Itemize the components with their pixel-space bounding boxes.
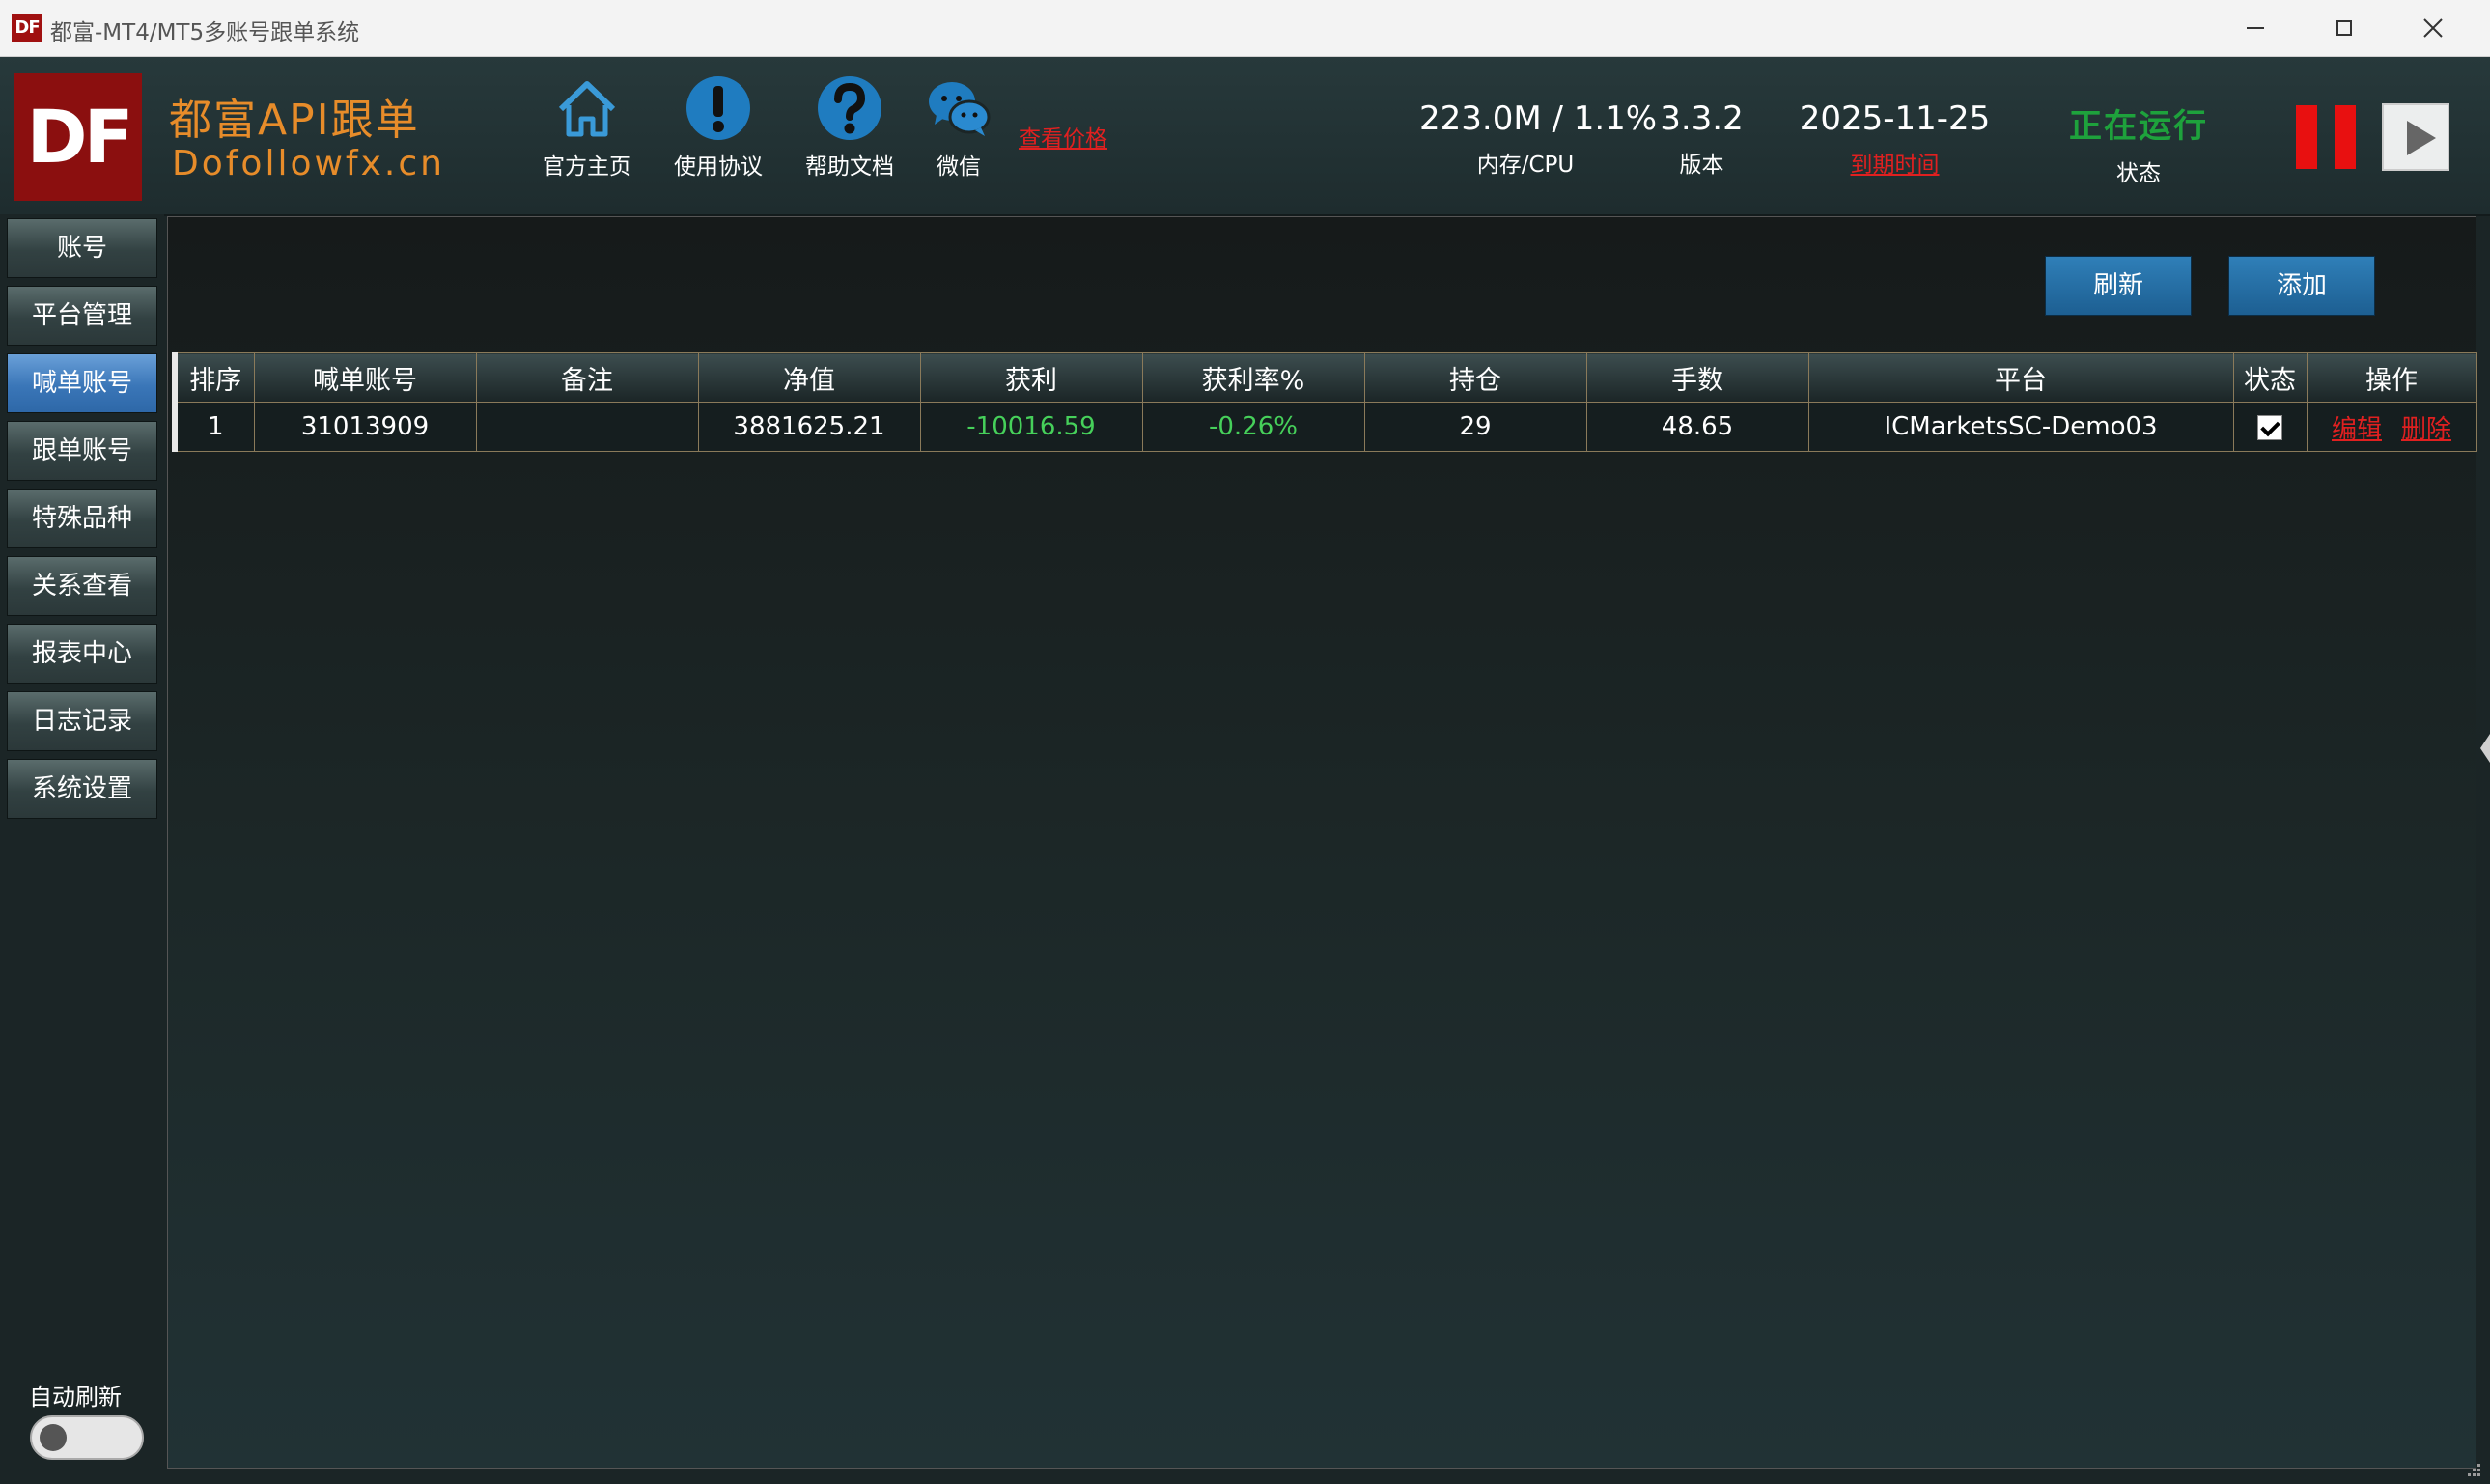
resize-grip-icon[interactable] [2462,1460,2481,1479]
cell-status [2232,402,2308,452]
sidebar-item-settings[interactable]: 系统设置 [7,759,157,819]
version-label: 版本 [1679,153,1724,178]
expiry-label-link[interactable]: 到期时间 [1781,146,2008,179]
minimize-button[interactable] [2211,0,2300,56]
version-stat: 3.3.2 版本 [1641,99,1762,179]
delete-link[interactable]: 删除 [2401,415,2451,444]
auto-refresh-label: 自动刷新 [29,1384,122,1411]
sidebar-item-platform[interactable]: 平台管理 [7,286,157,346]
close-icon [2423,18,2443,38]
logo: DF [14,73,142,201]
sidebar-item-follow-account[interactable]: 跟单账号 [7,421,157,481]
wechat-icon [929,82,991,136]
nav-home-button[interactable]: 官方主页 [529,74,645,181]
cell-positions: 29 [1363,402,1587,452]
nav-agreement-label: 使用协议 [674,154,763,180]
run-status-stat: 正在运行 状态 [2052,99,2225,187]
version-value: 3.3.2 [1660,99,1744,138]
close-button[interactable] [2389,0,2477,56]
sidebar-item-signal-account[interactable]: 喊单账号 [7,353,157,413]
table-header-row: 排序 喊单账号 备注 净值 获利 获利率% 持仓 手数 平台 状态 操作 [174,352,2477,403]
cell-actions: 编辑 删除 [2306,402,2477,452]
cell-equity: 3881625.21 [697,402,921,452]
cell-lots: 48.65 [1585,402,1809,452]
table-row[interactable]: 1 31013909 3881625.21 -10016.59 -0.26% 2… [174,402,2477,452]
col-lots[interactable]: 手数 [1585,352,1809,403]
nav-wechat-label: 微信 [937,154,981,180]
title-bar: DF 都富-MT4/MT5多账号跟单系统 [0,0,2490,57]
main-panel: 刷新 添加 排序 喊单账号 备注 净值 获利 获利率% 持仓 手数 平台 状态 … [167,216,2477,1469]
app-icon: DF [12,14,42,42]
cell-note [475,402,699,452]
col-order[interactable]: 排序 [174,352,255,403]
exclamation-icon [686,76,750,140]
col-profit[interactable]: 获利 [919,352,1143,403]
sidebar-item-special-symbols[interactable]: 特殊品种 [7,489,157,548]
col-equity[interactable]: 净值 [697,352,921,403]
nav-agreement-button[interactable]: 使用协议 [660,74,776,181]
expiry-stat: 2025-11-25 到期时间 [1781,99,2008,179]
nav-wechat-button[interactable]: 微信 [901,74,1017,181]
col-positions[interactable]: 持仓 [1363,352,1587,403]
maximize-button[interactable] [2300,0,2389,56]
cell-order: 1 [174,402,255,452]
status-checkbox[interactable] [2257,414,2282,440]
col-platform[interactable]: 平台 [1807,352,2234,403]
pause-icon [2296,105,2317,169]
memory-cpu-label: 内存/CPU [1476,153,1575,178]
memory-cpu-value: 223.0M / 1.1% [1419,99,1658,138]
home-icon [558,81,616,137]
brand-title: 都富API跟单 [169,96,420,145]
view-price-link[interactable]: 查看价格 [1019,120,1107,153]
toggle-knob [40,1424,67,1451]
edit-link[interactable]: 编辑 [2332,415,2382,444]
app-header: DF 都富API跟单 Dofollowfx.cn 官方主页 使用协议 帮助文档 [0,57,2490,216]
auto-refresh-toggle[interactable] [30,1415,144,1460]
nav-help-label: 帮助文档 [805,154,894,180]
expiry-value: 2025-11-25 [1799,99,1991,138]
sidebar-item-account[interactable]: 账号 [7,218,157,278]
window-title: 都富-MT4/MT5多账号跟单系统 [50,20,360,45]
cell-profit: -10016.59 [919,402,1143,452]
cell-platform: ICMarketsSC-Demo03 [1807,402,2234,452]
col-actions[interactable]: 操作 [2306,352,2477,403]
play-button[interactable] [2382,103,2449,171]
cell-account: 31013909 [253,402,477,452]
sidebar-item-reports[interactable]: 报表中心 [7,624,157,684]
signal-accounts-table: 排序 喊单账号 备注 净值 获利 获利率% 持仓 手数 平台 状态 操作 1 3… [172,352,2477,452]
add-button[interactable]: 添加 [2228,256,2375,316]
memory-cpu-stat: 223.0M / 1.1% 内存/CPU [1419,99,1658,179]
sidebar-item-logs[interactable]: 日志记录 [7,691,157,751]
question-icon [818,76,881,140]
sidebar: 账号 平台管理 喊单账号 跟单账号 特殊品种 关系查看 报表中心 日志记录 系统… [0,214,164,1484]
cell-profit-rate: -0.26% [1141,402,1365,452]
brand-url: Dofollowfx.cn [172,144,445,183]
nav-home-label: 官方主页 [543,154,631,180]
run-status-label: 状态 [2116,161,2161,186]
col-note[interactable]: 备注 [475,352,699,403]
refresh-button[interactable]: 刷新 [2045,256,2192,316]
nav-help-button[interactable]: 帮助文档 [792,74,908,181]
col-account[interactable]: 喊单账号 [253,352,477,403]
col-profit-rate[interactable]: 获利率% [1141,352,1365,403]
col-status[interactable]: 状态 [2232,352,2308,403]
pause-button[interactable] [2296,105,2358,169]
run-status-value: 正在运行 [2069,107,2208,146]
sidebar-item-relations[interactable]: 关系查看 [7,556,157,616]
scrollbar-arrow-icon[interactable] [2477,734,2490,763]
